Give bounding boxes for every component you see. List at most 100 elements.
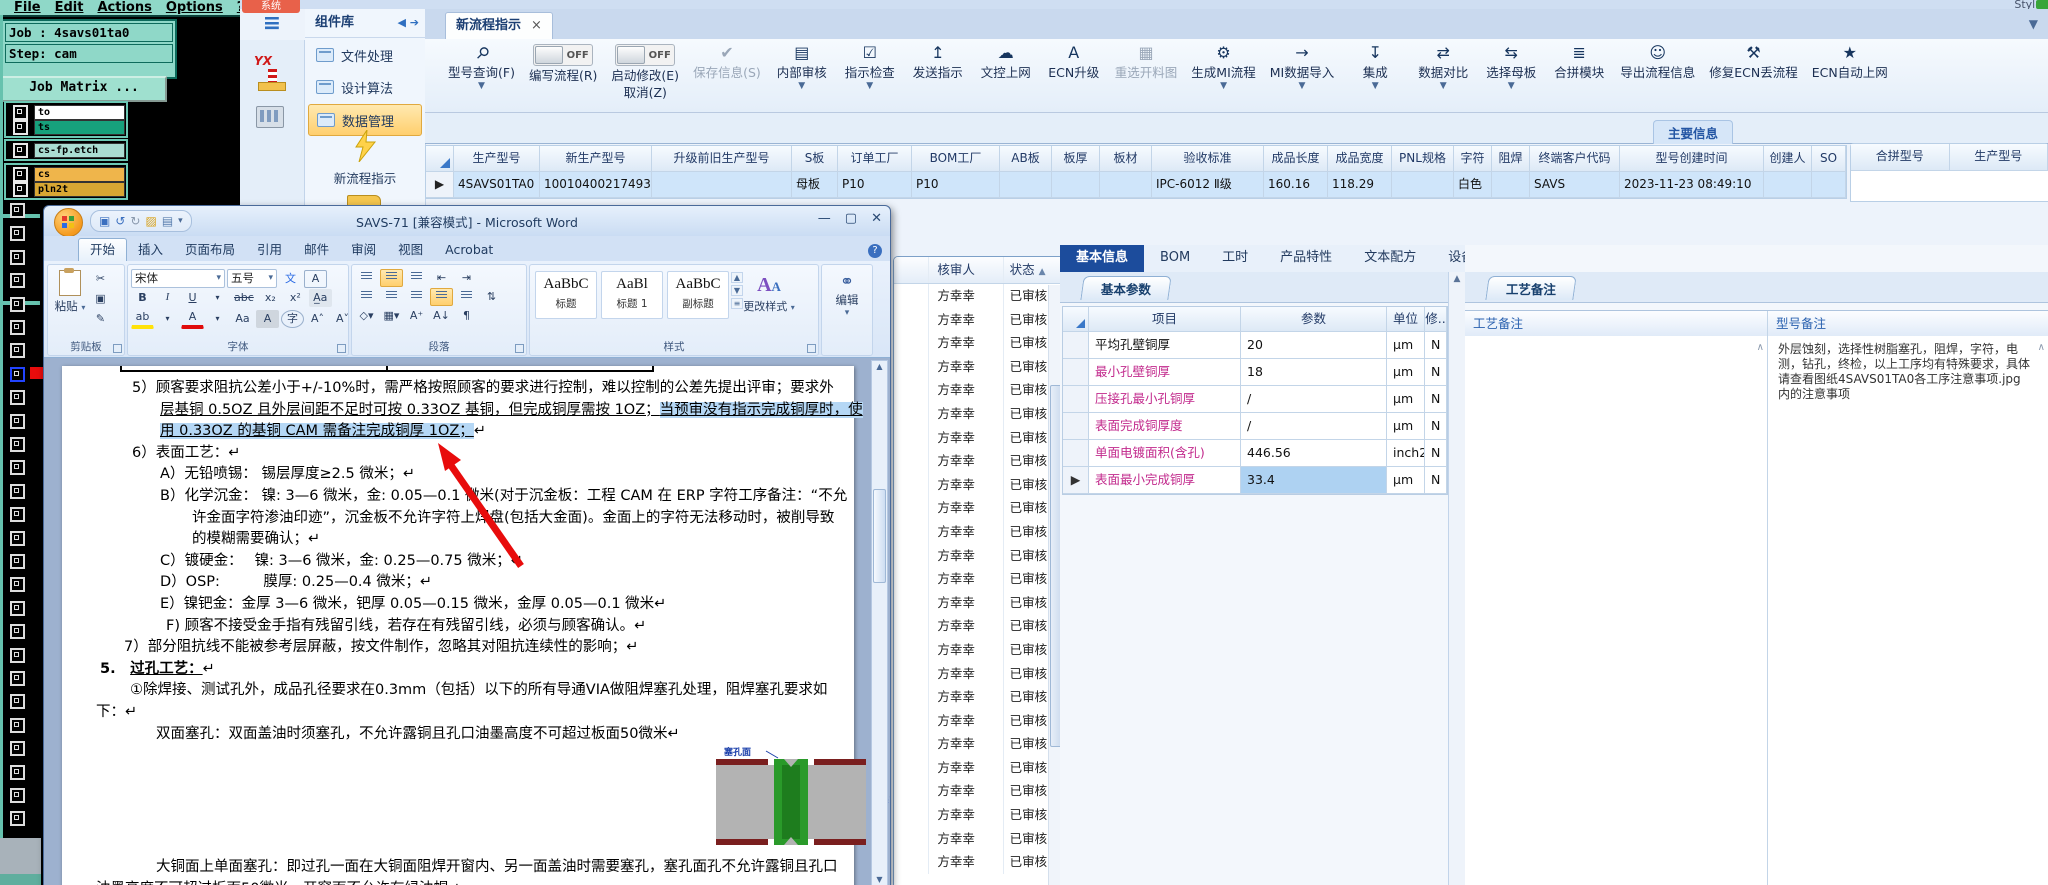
column-header-reviewer[interactable]: 核审人	[929, 257, 1004, 283]
strip-checkbox[interactable]	[10, 647, 25, 663]
review-row[interactable]: 方幸幸 已审核	[894, 755, 1064, 780]
change-case-button[interactable]: Aa	[231, 310, 254, 328]
styles-up-icon[interactable]: ▲	[731, 272, 743, 283]
strip-checkbox[interactable]	[10, 320, 25, 335]
toolbar-button-compare[interactable]: ⇄ 数据对比 ▼	[1416, 44, 1470, 92]
strip-row[interactable]	[6, 483, 36, 499]
strip-row[interactable]	[6, 600, 36, 616]
review-row[interactable]: 方幸幸 已审核	[894, 543, 1064, 568]
review-row[interactable]: 方幸幸 已审核	[894, 708, 1064, 733]
column-header-1[interactable]: 生产型号	[454, 146, 540, 172]
strip-row[interactable]	[6, 671, 36, 686]
ribbon-tab-Acrobat[interactable]: Acrobat	[434, 239, 504, 261]
layer-checkbox[interactable]	[13, 104, 28, 120]
param-row[interactable]: 最小孔壁铜厚 18 μm N	[1063, 359, 1447, 386]
column-header-16[interactable]: 终端客户代码	[1530, 146, 1620, 172]
toolbar-button-smiley[interactable]: ☺ 导出流程信息	[1620, 44, 1695, 81]
strip-row[interactable]	[6, 811, 36, 827]
phonetic-guide-icon[interactable]: 文	[279, 270, 302, 288]
layer-row[interactable]: cs-fp.etch	[7, 142, 125, 158]
table-cell[interactable]	[1764, 172, 1812, 198]
toolbar-button-import[interactable]: → MI数据导入 ▼	[1270, 44, 1334, 92]
layer-name[interactable]: cs-fp.etch	[34, 142, 125, 158]
review-row[interactable]: 方幸幸 已审核	[894, 567, 1064, 591]
new-flow-instruction-action[interactable]: 新流程指示	[305, 129, 425, 187]
strip-checkbox[interactable]	[10, 811, 25, 827]
change-styles-button[interactable]: AA 更改样式 ▾	[743, 274, 795, 314]
toggle-switch[interactable]: OFF	[533, 44, 594, 66]
strip-checkbox[interactable]	[10, 554, 25, 569]
asian-layout-icon[interactable]: A⁺	[405, 307, 428, 325]
paste-button[interactable]: 粘贴 ▾	[53, 268, 87, 314]
review-row[interactable]: 方幸幸 已审核	[894, 307, 1064, 332]
font-color-button[interactable]: A	[181, 308, 204, 329]
char-shading-icon[interactable]: A	[256, 309, 279, 328]
table-cell[interactable]	[1100, 172, 1152, 198]
table-cell[interactable]: P10	[912, 172, 1000, 198]
underline-dropdown-icon[interactable]: ▾	[206, 289, 229, 307]
layer-row[interactable]: ts	[7, 119, 125, 135]
column-header[interactable]: 合拼型号	[1851, 144, 1950, 171]
table-cell[interactable]: 10010400217493	[540, 172, 652, 198]
review-row[interactable]: 方幸幸 已审核	[894, 614, 1064, 638]
review-row[interactable]: 方幸幸 已审核	[894, 425, 1064, 450]
strip-checkbox[interactable]	[10, 530, 25, 546]
ribbon-tab-引用[interactable]: 引用	[246, 239, 293, 261]
line-spacing-icon[interactable]: ⇅	[480, 288, 503, 306]
dropdown-arrow-icon[interactable]: ▼	[1372, 81, 1379, 91]
style-card-标题 1[interactable]: AaBl 标题 1	[601, 271, 663, 319]
help-icon[interactable]: ?	[868, 244, 882, 258]
review-row[interactable]: 方幸幸 已审核	[894, 331, 1064, 355]
ribbon-tab-视图[interactable]: 视图	[387, 239, 434, 261]
param-row[interactable]: 平均孔壁铜厚 20 μm N	[1063, 332, 1447, 359]
layer-name[interactable]: to	[34, 104, 125, 120]
strip-checkbox[interactable]	[10, 273, 25, 289]
layer-name[interactable]: ts	[34, 119, 125, 135]
column-header-5[interactable]: 订单工厂	[838, 146, 912, 172]
align-right-icon[interactable]	[405, 288, 428, 306]
column-header-10[interactable]: 验收标准	[1152, 146, 1264, 172]
italic-button[interactable]: I	[156, 289, 179, 307]
review-row[interactable]: 方幸幸 已审核	[894, 732, 1064, 756]
review-row[interactable]: 方幸幸 已审核	[894, 637, 1064, 662]
toolbar-button-modules[interactable]: ≣ 合拼模块	[1552, 44, 1606, 81]
table-select-all-corner[interactable]	[426, 146, 454, 172]
style-card-标题[interactable]: AaBbC 标题	[535, 271, 597, 319]
column-header-2[interactable]: 新生产型号	[540, 146, 652, 172]
column-header-11[interactable]: 成品长度	[1264, 146, 1328, 172]
clear-format-icon[interactable]: A̲a	[308, 289, 332, 307]
table-cell[interactable]: 2023-11-23 08:49:10	[1620, 172, 1764, 198]
strip-row[interactable]	[6, 717, 36, 733]
dialog-launcher-icon[interactable]	[337, 344, 346, 353]
column-header-18[interactable]: 创建人	[1764, 146, 1812, 172]
dropdown-arrow-icon[interactable]: ▼	[798, 81, 805, 91]
layer-row[interactable]: to	[7, 104, 125, 120]
strip-checkbox[interactable]	[10, 249, 25, 265]
subtab-basic-params[interactable]: 基本参数	[1080, 276, 1172, 300]
table-cell[interactable]	[1392, 172, 1454, 198]
strip-row[interactable]	[6, 203, 36, 218]
styles-more-icon[interactable]: ≡	[731, 298, 743, 309]
strip-checkbox[interactable]	[10, 600, 25, 616]
strip-checkbox[interactable]	[10, 296, 25, 312]
layer-checkbox[interactable]	[13, 142, 28, 158]
tab-new-flow-instruction[interactable]: 新流程指示 ×	[445, 12, 553, 40]
menu-item-edit[interactable]: Edit	[55, 0, 84, 15]
model-note-field[interactable]: ∧ 外层蚀刻，选择性树脂塞孔，阻焊，字符，电测，钻孔，终检，以上工序均有特殊要求…	[1768, 336, 2048, 885]
detail-tab-BOM[interactable]: BOM	[1144, 245, 1206, 272]
review-row[interactable]: 方幸幸 已审核	[894, 590, 1064, 615]
toolbar-button-letter-a[interactable]: A ECN升级	[1047, 44, 1101, 81]
param-column-header[interactable]: 修..	[1425, 307, 1447, 332]
bullets-icon[interactable]	[355, 269, 378, 287]
dropdown-arrow-icon[interactable]: ▼	[1299, 81, 1306, 91]
detail-tab-文本配方[interactable]: 文本配方	[1348, 245, 1432, 272]
decrease-indent-icon[interactable]: ⇤	[430, 269, 453, 287]
column-header-8[interactable]: 板厚	[1052, 146, 1100, 172]
menu-item-file[interactable]: File	[14, 0, 41, 15]
strip-checkbox[interactable]	[10, 507, 25, 523]
table-cell[interactable]	[1492, 172, 1530, 198]
borders-icon[interactable]: ▦▾	[380, 307, 403, 325]
param-column-header[interactable]: 项目	[1089, 307, 1241, 332]
ribbon-collapse-icon[interactable]: ▼	[2029, 17, 2038, 31]
layer-checkbox[interactable]	[13, 166, 28, 182]
